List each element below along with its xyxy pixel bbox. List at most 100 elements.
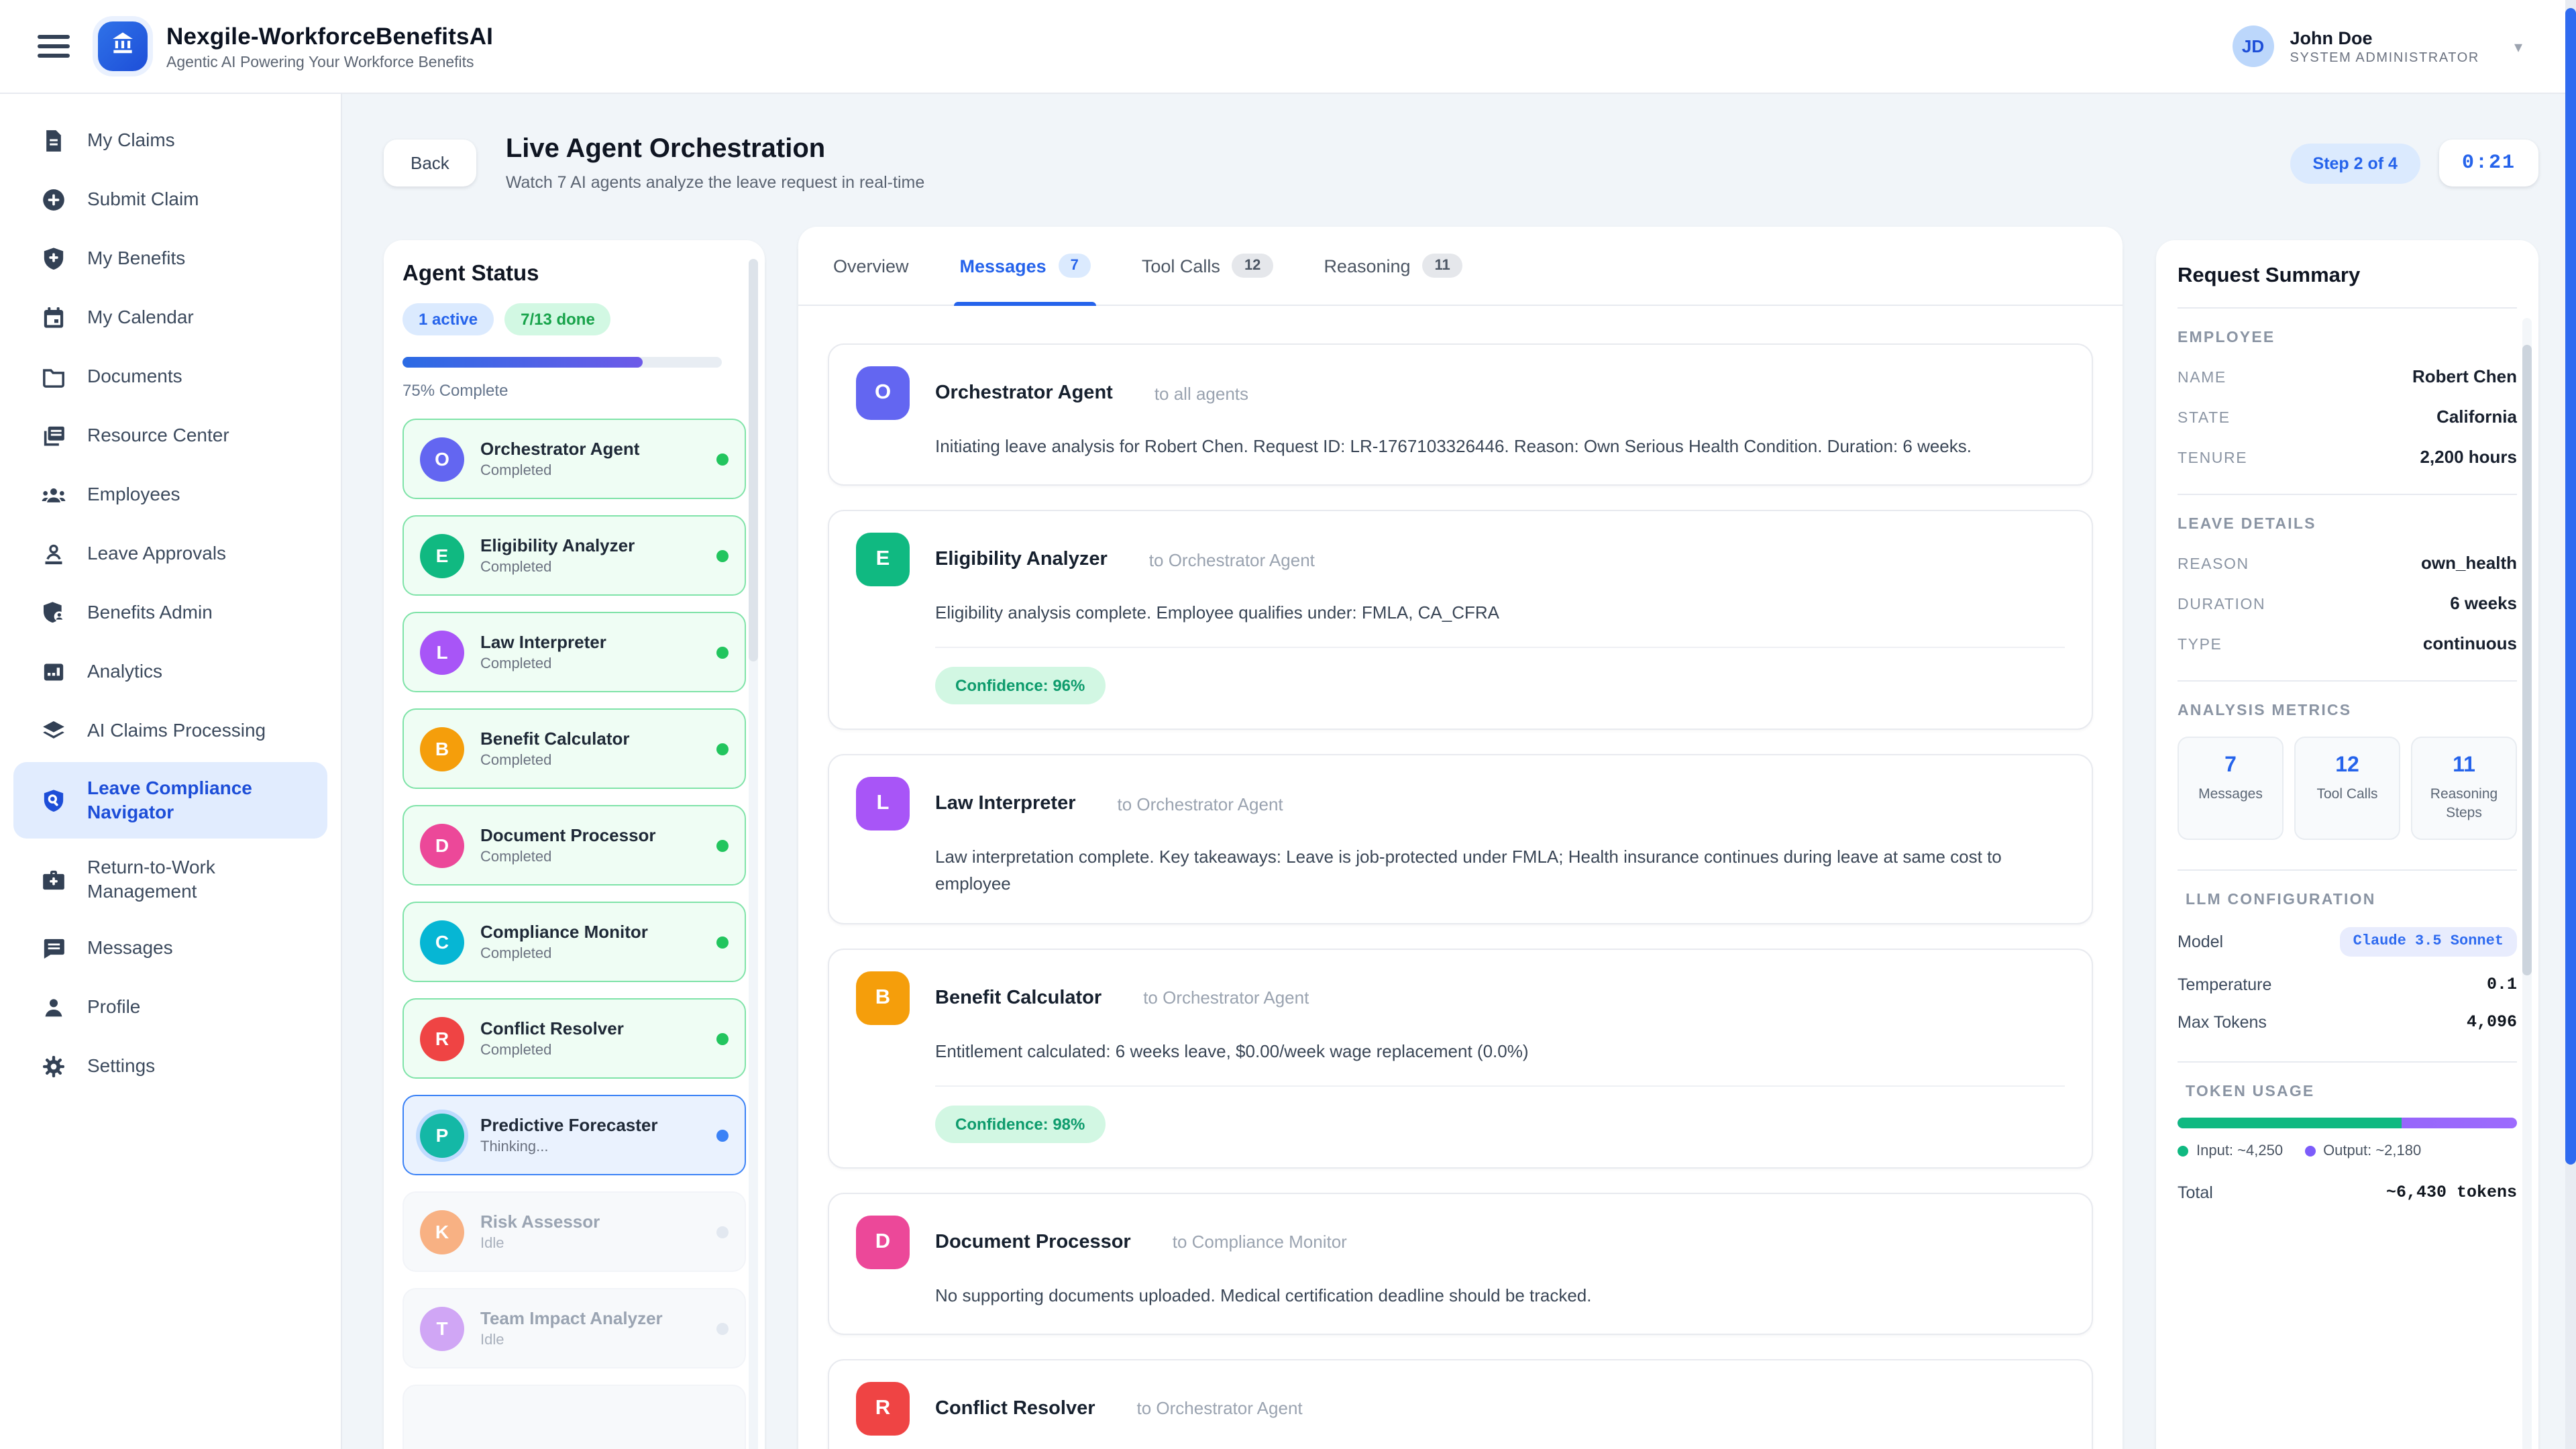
agent-list-scrollbar[interactable] bbox=[749, 259, 758, 1449]
sidebar-item-ai-claims-processing[interactable]: AI Claims Processing bbox=[13, 703, 327, 759]
summary-row-duration: DURATION 6 weeks bbox=[2178, 593, 2517, 613]
confidence-badge: Confidence: 98% bbox=[935, 1105, 1105, 1142]
agent-state: Completed bbox=[480, 849, 656, 865]
briefcase-plus-icon bbox=[40, 866, 67, 893]
people-icon bbox=[40, 482, 67, 508]
agent-card-law-interpreter[interactable]: L Law Interpreter Completed bbox=[402, 612, 746, 692]
sidebar-item-submit-claim[interactable]: Submit Claim bbox=[13, 172, 327, 228]
agent-avatar: E bbox=[856, 533, 910, 586]
sidebar-item-benefits-admin[interactable]: Benefits Admin bbox=[13, 585, 327, 641]
sidebar-item-messages[interactable]: Messages bbox=[13, 920, 327, 977]
agent-avatar: L bbox=[856, 777, 910, 831]
agent-state: Idle bbox=[480, 1236, 600, 1252]
chat-icon bbox=[40, 935, 67, 962]
agent-card-eligibility[interactable]: E Eligibility Analyzer Completed bbox=[402, 515, 746, 596]
agent-name: Predictive Forecaster bbox=[480, 1115, 657, 1135]
page-scrollbar-thumb[interactable] bbox=[2565, 8, 2576, 1165]
sidebar-item-my-calendar[interactable]: My Calendar bbox=[13, 290, 327, 346]
shield-user-icon bbox=[40, 600, 67, 627]
sidebar-item-leave-approvals[interactable]: Leave Approvals bbox=[13, 526, 327, 582]
sidebar-item-label: Messages bbox=[87, 937, 173, 961]
sidebar-item-return-to-work[interactable]: Return-to-Work Management bbox=[13, 841, 327, 918]
row-label: STATE bbox=[2178, 411, 2231, 427]
message-recipient: to Orchestrator Agent bbox=[1143, 987, 1309, 1008]
message-recipient: to Orchestrator Agent bbox=[1149, 549, 1315, 570]
active-count-badge: 1 active bbox=[402, 303, 494, 335]
message-text: Entitlement calculated: 6 weeks leave, $… bbox=[935, 1038, 2065, 1065]
total-label: Total bbox=[2178, 1184, 2213, 1203]
model-badge: Claude 3.5 Sonnet bbox=[2340, 928, 2517, 957]
agent-avatar: R bbox=[856, 1382, 910, 1436]
agent-avatar: B bbox=[856, 971, 910, 1024]
row-value: 6 weeks bbox=[2450, 593, 2517, 613]
message-card: B Benefit Calculator to Orchestrator Age… bbox=[828, 948, 2093, 1168]
plus-circle-icon bbox=[40, 186, 67, 213]
tab-reasoning[interactable]: Reasoning 11 bbox=[1324, 227, 1462, 305]
agent-card-predictive-forecaster[interactable]: P Predictive Forecaster Thinking... bbox=[402, 1095, 746, 1175]
row-value: own_health bbox=[2421, 553, 2517, 573]
tab-label: Messages bbox=[960, 256, 1046, 276]
agent-name: Orchestrator Agent bbox=[480, 439, 639, 459]
sidebar-item-documents[interactable]: Documents bbox=[13, 349, 327, 405]
hamburger-menu-icon[interactable] bbox=[38, 29, 70, 64]
agent-name: Benefit Calculator bbox=[480, 729, 630, 749]
tab-tool-calls[interactable]: Tool Calls 12 bbox=[1142, 227, 1273, 305]
page-scrollbar[interactable] bbox=[2565, 0, 2576, 1449]
tab-overview[interactable]: Overview bbox=[833, 227, 909, 305]
message-card: E Eligibility Analyzer to Orchestrator A… bbox=[828, 510, 2093, 730]
token-input-fill bbox=[2178, 1118, 2402, 1129]
user-menu[interactable]: JD John Doe SYSTEM ADMINISTRATOR ▾ bbox=[2233, 25, 2522, 67]
tab-messages[interactable]: Messages 7 bbox=[960, 227, 1091, 305]
sidebar-item-label: AI Claims Processing bbox=[87, 720, 266, 743]
detail-tabs: Overview Messages 7 Tool Calls 12 Reason… bbox=[798, 227, 2123, 306]
page-subtitle: Watch 7 AI agents analyze the leave requ… bbox=[506, 173, 924, 192]
agent-state: Completed bbox=[480, 946, 648, 962]
token-usage-heading: TOKEN USAGE bbox=[2178, 1085, 2517, 1101]
metric-value: 7 bbox=[2184, 754, 2277, 778]
message-recipient: to all agents bbox=[1155, 383, 1248, 403]
agent-card-benefit-calculator[interactable]: B Benefit Calculator Completed bbox=[402, 708, 746, 789]
timer: 0:21 bbox=[2439, 140, 2538, 186]
sidebar-item-leave-compliance-navigator[interactable]: Leave Compliance Navigator bbox=[13, 762, 327, 839]
llm-section-heading: LLM CONFIGURATION bbox=[2178, 893, 2517, 909]
sidebar-item-analytics[interactable]: Analytics bbox=[13, 644, 327, 700]
sidebar-item-label: Profile bbox=[87, 996, 140, 1020]
metrics-section-heading: ANALYSIS METRICS bbox=[2178, 703, 2517, 719]
sidebar-item-employees[interactable]: Employees bbox=[13, 467, 327, 523]
agent-card-team-impact-analyzer[interactable]: T Team Impact Analyzer Idle bbox=[402, 1288, 746, 1368]
agent-avatar: D bbox=[856, 1215, 910, 1269]
agent-card-orchestrator[interactable]: O Orchestrator Agent Completed bbox=[402, 419, 746, 499]
app-title: Nexgile-WorkforceBenefitsAI bbox=[166, 22, 493, 50]
back-button[interactable]: Back bbox=[384, 140, 476, 186]
summary-row-type: TYPE continuous bbox=[2178, 633, 2517, 653]
config-label: Model bbox=[2178, 933, 2223, 952]
status-dot bbox=[716, 839, 729, 851]
tab-count-badge: 12 bbox=[1232, 254, 1273, 278]
row-label: TENURE bbox=[2178, 451, 2247, 467]
agent-name: Compliance Monitor bbox=[480, 922, 648, 942]
agent-avatar: R bbox=[420, 1016, 464, 1061]
agent-card-document-processor[interactable]: D Document Processor Completed bbox=[402, 805, 746, 885]
sidebar-item-my-benefits[interactable]: My Benefits bbox=[13, 231, 327, 287]
message-text: Initiating leave analysis for Robert Che… bbox=[935, 433, 2065, 460]
shield-search-icon bbox=[40, 787, 67, 814]
tab-label: Tool Calls bbox=[1142, 256, 1220, 276]
legend-text: Input: ~4,250 bbox=[2196, 1144, 2283, 1160]
sidebar-item-profile[interactable]: Profile bbox=[13, 979, 327, 1036]
sidebar-item-resource-center[interactable]: Resource Center bbox=[13, 408, 327, 464]
chevron-down-icon[interactable]: ▾ bbox=[2514, 37, 2522, 56]
sidebar-item-label: My Claims bbox=[87, 129, 175, 153]
agent-card-conflict-resolver[interactable]: R Conflict Resolver Completed bbox=[402, 998, 746, 1079]
page-title: Live Agent Orchestration bbox=[506, 134, 924, 165]
message-card: R Conflict Resolver to Orchestrator Agen… bbox=[828, 1359, 2093, 1449]
total-value: ~6,430 tokens bbox=[2386, 1184, 2517, 1203]
agent-card-risk-assessor[interactable]: K Risk Assessor Idle bbox=[402, 1191, 746, 1272]
agent-card-compliance-monitor[interactable]: C Compliance Monitor Completed bbox=[402, 902, 746, 982]
sidebar-item-settings[interactable]: Settings bbox=[13, 1038, 327, 1095]
input-dot-icon bbox=[2178, 1146, 2188, 1157]
sidebar-item-my-claims[interactable]: My Claims bbox=[13, 113, 327, 169]
message-recipient: to Compliance Monitor bbox=[1173, 1232, 1347, 1252]
agent-avatar: P bbox=[420, 1113, 464, 1157]
tab-count-badge: 11 bbox=[1423, 254, 1462, 278]
summary-scrollbar[interactable] bbox=[2522, 318, 2532, 1449]
